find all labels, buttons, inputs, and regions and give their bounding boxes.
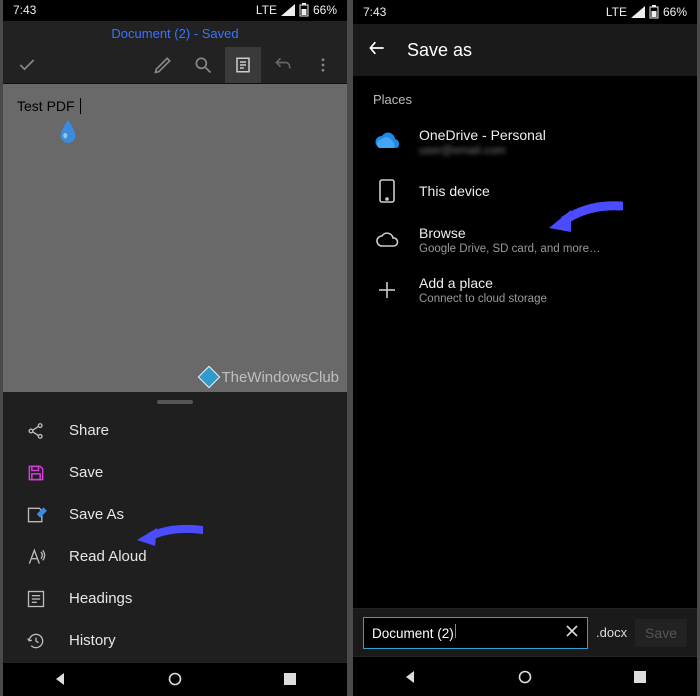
save-as-header: Save as bbox=[353, 24, 697, 76]
status-bar: 7:43 LTE 66% bbox=[353, 0, 697, 24]
watermark: TheWindowsClub bbox=[201, 369, 339, 386]
status-network: LTE bbox=[606, 5, 627, 19]
editor-toolbar bbox=[3, 47, 347, 84]
filename-bar: Document (2) .docx Save bbox=[353, 608, 697, 656]
save-button[interactable]: Save bbox=[635, 619, 687, 647]
nav-back-icon[interactable] bbox=[40, 671, 80, 687]
menu-item-label: Save bbox=[69, 464, 103, 481]
menu-item-share[interactable]: Share bbox=[3, 410, 347, 452]
reading-view-icon[interactable] bbox=[225, 47, 261, 83]
menu-item-label: Save As bbox=[69, 506, 124, 523]
nav-recents-icon[interactable] bbox=[270, 672, 310, 686]
places-section-label: Places bbox=[353, 86, 697, 117]
battery-icon bbox=[649, 5, 659, 19]
onedrive-cloud-icon bbox=[373, 128, 401, 156]
cloud-outline-icon bbox=[373, 226, 401, 254]
menu-item-save-as[interactable]: Save As bbox=[3, 494, 347, 536]
place-subtitle: Google Drive, SD card, and more… bbox=[419, 243, 601, 255]
status-battery: 66% bbox=[313, 3, 337, 17]
status-time: 7:43 bbox=[13, 3, 36, 17]
share-icon bbox=[25, 420, 47, 442]
place-item-device[interactable]: This device bbox=[353, 167, 697, 215]
doc-title-bar: Document (2) - Saved bbox=[3, 21, 347, 47]
search-icon[interactable] bbox=[185, 47, 221, 83]
signal-icon bbox=[281, 4, 295, 16]
android-nav-bar bbox=[3, 662, 347, 696]
menu-item-label: Share bbox=[69, 422, 109, 439]
plus-icon bbox=[373, 276, 401, 304]
place-title: Add a place bbox=[419, 275, 547, 291]
document-text: Test PDF bbox=[17, 98, 75, 114]
android-nav-bar bbox=[353, 656, 697, 696]
sheet-drag-handle[interactable] bbox=[157, 400, 193, 404]
place-item-onedrive[interactable]: OneDrive - Personal user@email.com bbox=[353, 117, 697, 167]
undo-icon[interactable] bbox=[265, 47, 301, 83]
ink-drop-icon bbox=[57, 118, 79, 144]
status-battery: 66% bbox=[663, 5, 687, 19]
status-bar: 7:43 LTE 66% bbox=[3, 0, 347, 21]
menu-item-label: Headings bbox=[69, 590, 132, 607]
status-time: 7:43 bbox=[363, 5, 386, 19]
nav-home-icon[interactable] bbox=[155, 671, 195, 687]
nav-back-icon[interactable] bbox=[390, 669, 430, 685]
nav-home-icon[interactable] bbox=[505, 669, 545, 685]
signal-icon bbox=[631, 6, 645, 18]
text-cursor bbox=[455, 624, 456, 638]
place-title: Browse bbox=[419, 225, 601, 241]
headings-icon bbox=[25, 588, 47, 610]
place-item-browse[interactable]: Browse Google Drive, SD card, and more… bbox=[353, 215, 697, 265]
confirm-check-icon[interactable] bbox=[9, 47, 45, 83]
menu-item-label: Read Aloud bbox=[69, 548, 147, 565]
menu-item-read-aloud[interactable]: Read Aloud bbox=[3, 536, 347, 578]
page-title: Save as bbox=[407, 40, 472, 61]
back-arrow-icon[interactable] bbox=[367, 38, 387, 63]
file-extension[interactable]: .docx bbox=[596, 625, 627, 640]
phone-device-icon bbox=[373, 177, 401, 205]
nav-recents-icon[interactable] bbox=[620, 670, 660, 684]
save-icon bbox=[25, 462, 47, 484]
read-aloud-icon bbox=[25, 546, 47, 568]
history-icon bbox=[25, 630, 47, 652]
menu-item-headings[interactable]: Headings bbox=[3, 578, 347, 620]
place-item-add[interactable]: Add a place Connect to cloud storage bbox=[353, 265, 697, 315]
place-title: OneDrive - Personal bbox=[419, 127, 546, 143]
filename-value: Document (2) bbox=[372, 626, 454, 641]
menu-item-history[interactable]: History bbox=[3, 620, 347, 662]
overflow-menu-icon[interactable] bbox=[305, 47, 341, 83]
bottom-sheet-menu: Share Save Save As Read Aloud Headings bbox=[3, 392, 347, 662]
status-network: LTE bbox=[256, 3, 277, 17]
place-subtitle: user@email.com bbox=[419, 145, 546, 157]
pen-icon[interactable] bbox=[145, 47, 181, 83]
save-as-icon bbox=[25, 504, 47, 526]
document-canvas[interactable]: Test PDF TheWindowsClub bbox=[3, 84, 347, 392]
menu-item-label: History bbox=[69, 632, 116, 649]
filename-input[interactable]: Document (2) bbox=[363, 617, 588, 649]
clear-input-icon[interactable] bbox=[565, 624, 579, 641]
place-subtitle: Connect to cloud storage bbox=[419, 293, 547, 305]
text-cursor bbox=[80, 98, 81, 114]
place-title: This device bbox=[419, 183, 490, 199]
battery-icon bbox=[299, 3, 309, 17]
menu-item-save[interactable]: Save bbox=[3, 452, 347, 494]
